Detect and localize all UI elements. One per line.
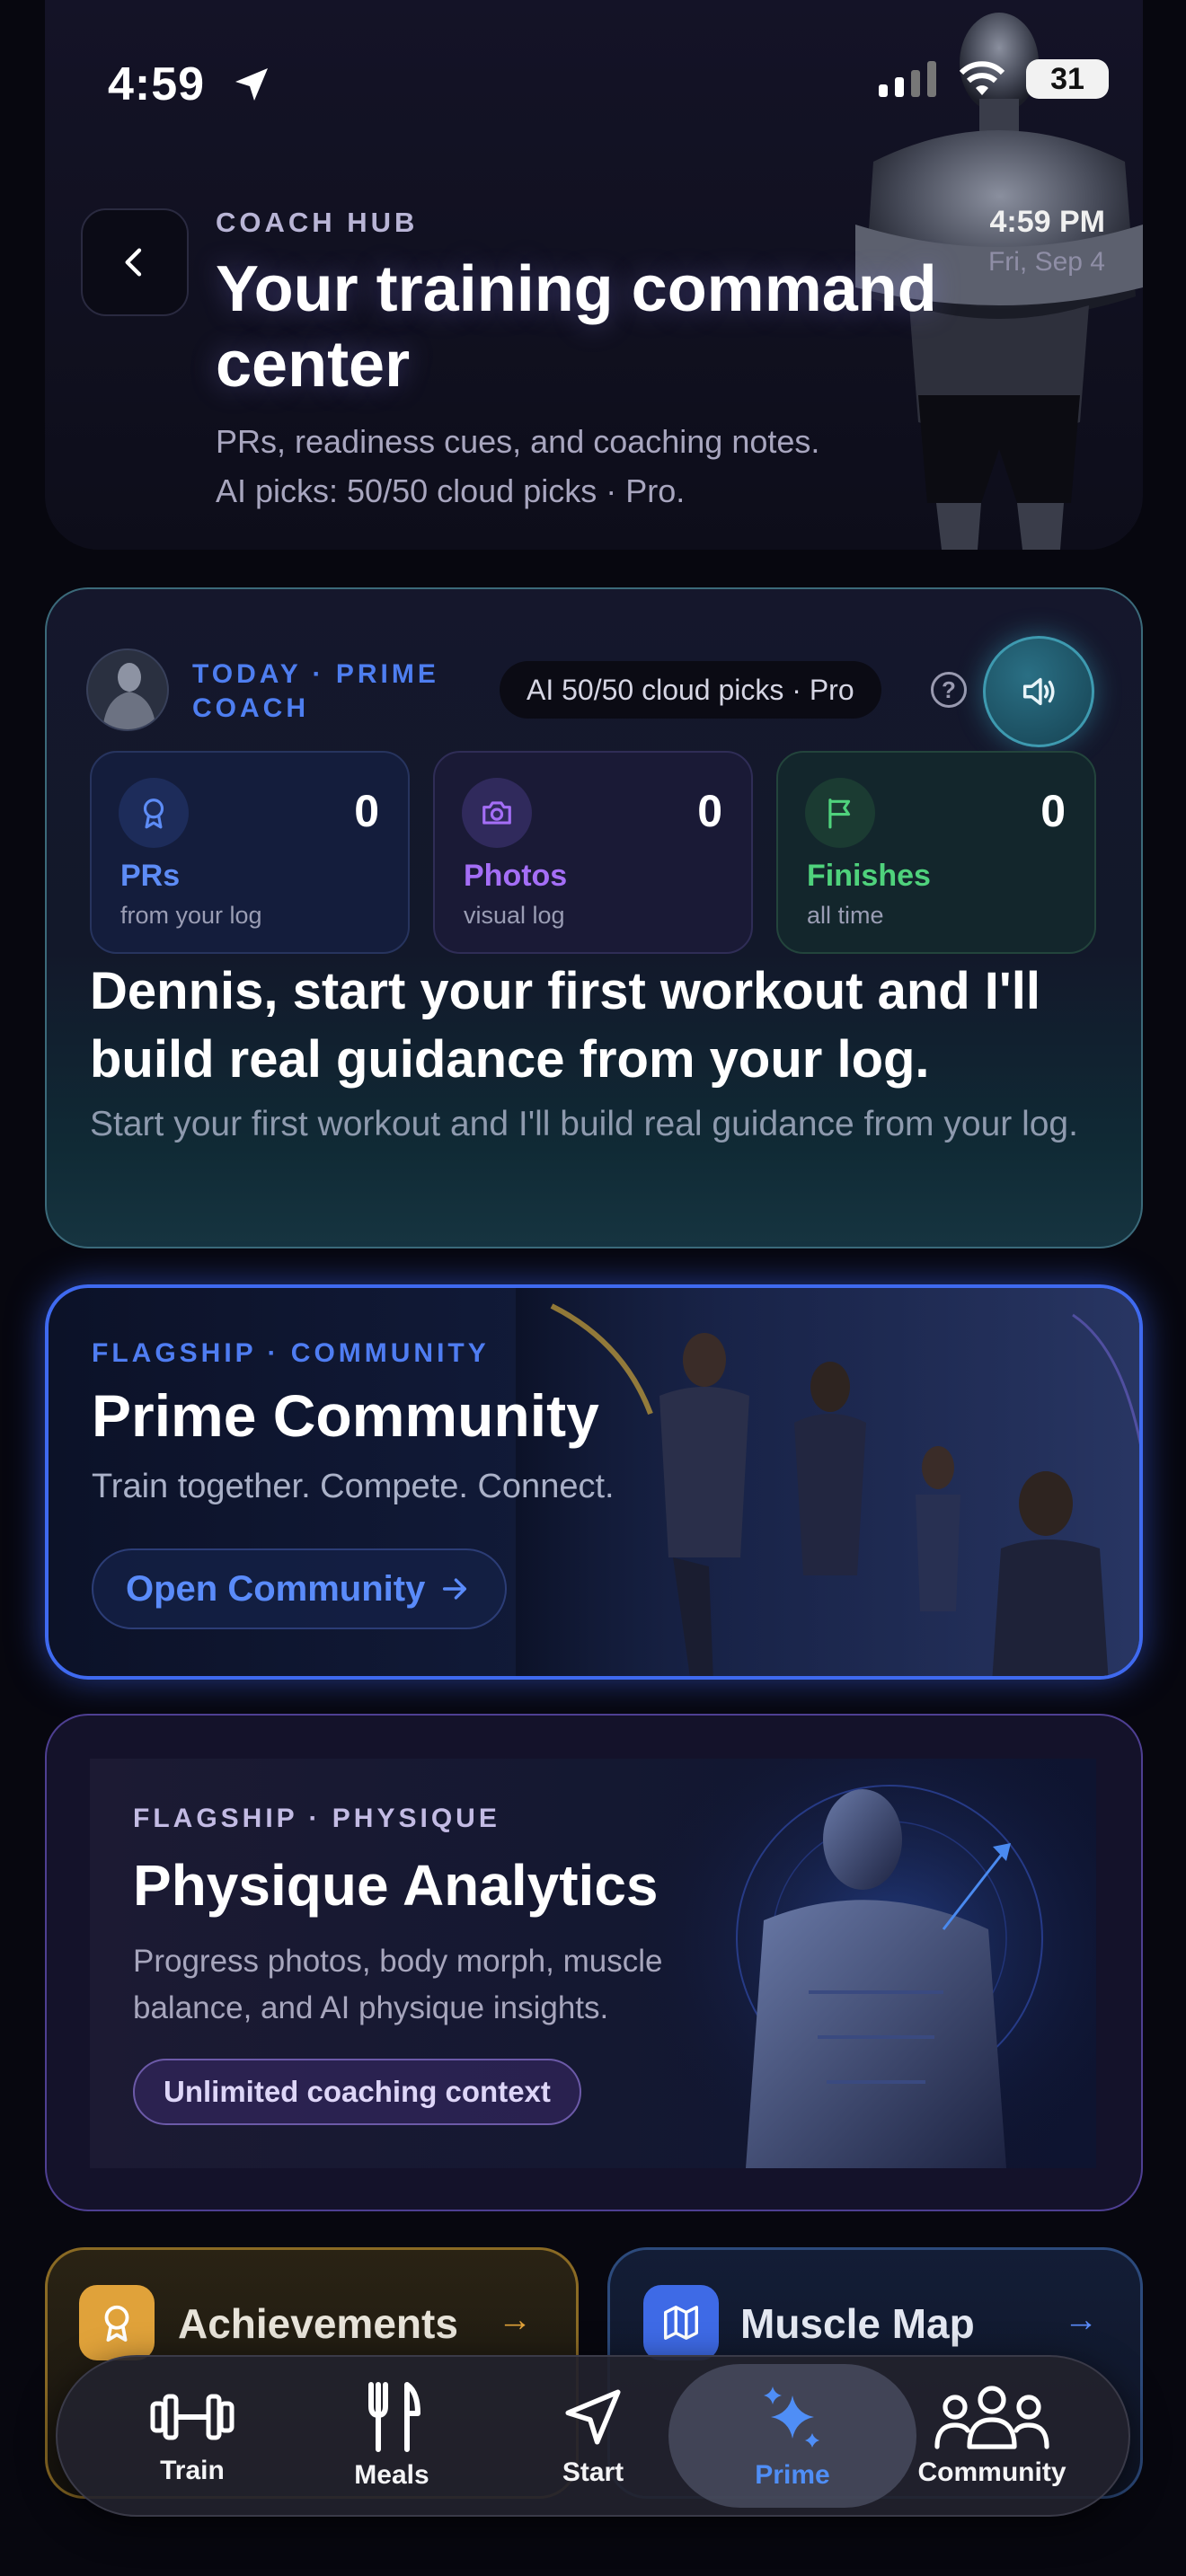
cellular-signal-icon	[879, 61, 936, 97]
award-icon	[79, 2285, 155, 2360]
finishes-sublabel: all time	[807, 902, 884, 929]
arrow-right-icon	[443, 1578, 467, 1600]
header-subtitle: PRs, readiness cues, and coaching notes.…	[216, 417, 952, 516]
finishes-count: 0	[1040, 786, 1066, 836]
header-subtitle-line1: PRs, readiness cues, and coaching notes.	[216, 423, 820, 460]
clock-time: 4:59 PM	[989, 205, 1106, 239]
prs-label: PRs	[120, 859, 181, 893]
tab-prime-label: Prime	[755, 2460, 830, 2490]
dumbbell-icon	[150, 2394, 235, 2440]
tab-train[interactable]: Train	[93, 2366, 291, 2506]
finishes-label: Finishes	[807, 859, 931, 893]
open-community-label: Open Community	[126, 1568, 426, 1609]
users-icon	[934, 2386, 1049, 2449]
physique-subtitle: Progress photos, body morph, muscle bala…	[133, 1944, 663, 2025]
status-time: 4:59	[108, 58, 206, 110]
physique-title: Physique Analytics	[133, 1853, 659, 1918]
tab-prime[interactable]: Prime	[694, 2366, 891, 2506]
speak-button[interactable]	[983, 636, 1094, 747]
achievements-title: Achievements	[178, 2300, 458, 2347]
header-clock: 4:59 PM Fri, Sep 4	[988, 205, 1105, 278]
coach-avatar	[86, 648, 169, 731]
community-eyebrow: FLAGSHIP · COMMUNITY	[92, 1338, 490, 1368]
physique-eyebrow: FLAGSHIP · PHYSIQUE	[133, 1804, 500, 1833]
tab-meals[interactable]: Meals	[293, 2366, 491, 2506]
arrow-right-icon: →	[1064, 2301, 1098, 2339]
photos-label: Photos	[464, 859, 568, 893]
status-icons: 31	[879, 59, 1109, 99]
tab-community-label: Community	[917, 2457, 1067, 2487]
open-community-button[interactable]: Open Community	[92, 1548, 507, 1629]
tab-train-label: Train	[160, 2456, 225, 2485]
tab-community[interactable]: Community	[893, 2366, 1091, 2506]
coach-headline: Dennis, start your first workout and I'l…	[90, 962, 1040, 1089]
location-arrow-icon	[235, 68, 268, 101]
community-subtitle: Train together. Compete. Connect.	[92, 1468, 615, 1505]
stat-tile-photos[interactable]: 0 Photos visual log	[433, 751, 753, 954]
header-eyebrow: COACH HUB	[216, 207, 419, 238]
unlimited-context-badge: Unlimited coaching context	[133, 2059, 581, 2125]
header-subtitle-line2: AI picks: 50/50 cloud picks · Pro.	[216, 472, 686, 509]
today-eyebrow: TODAY · PRIME COACH	[192, 659, 439, 723]
coach-subtext: Start your first workout and I'll build …	[90, 1105, 1078, 1143]
help-icon[interactable]: ?	[931, 672, 967, 708]
camera-icon	[462, 778, 532, 848]
speaker-icon	[1022, 677, 1055, 706]
sparkles-icon	[764, 2386, 819, 2448]
flag-icon	[805, 778, 875, 848]
page-title: Your training command center	[216, 253, 937, 401]
ai-picks-pill: AI 50/50 cloud picks · Pro	[500, 661, 881, 719]
tab-meals-label: Meals	[354, 2460, 429, 2490]
coach-avatar-image	[102, 663, 156, 729]
battery-indicator: 31	[1026, 59, 1109, 99]
tab-start-label: Start	[562, 2457, 624, 2487]
photos-count: 0	[697, 786, 722, 836]
prs-sublabel: from your log	[120, 902, 262, 929]
clock-date: Fri, Sep 4	[987, 247, 1105, 277]
community-title: Prime Community	[92, 1382, 599, 1449]
stat-tile-prs[interactable]: 0 PRs from your log	[90, 751, 410, 954]
back-button[interactable]	[81, 208, 189, 316]
wifi-icon	[959, 61, 1005, 95]
utensils-icon	[368, 2382, 420, 2452]
map-icon	[643, 2285, 719, 2360]
arrow-right-icon: →	[498, 2301, 532, 2339]
chevron-left-icon	[125, 248, 142, 277]
stat-tile-finishes[interactable]: 0 Finishes all time	[776, 751, 1096, 954]
award-icon	[119, 778, 189, 848]
muscle-map-title: Muscle Map	[740, 2300, 975, 2347]
tab-start[interactable]: Start	[494, 2366, 692, 2506]
navigation-icon	[565, 2389, 621, 2445]
photos-sublabel: visual log	[464, 902, 565, 929]
prs-count: 0	[354, 786, 379, 836]
